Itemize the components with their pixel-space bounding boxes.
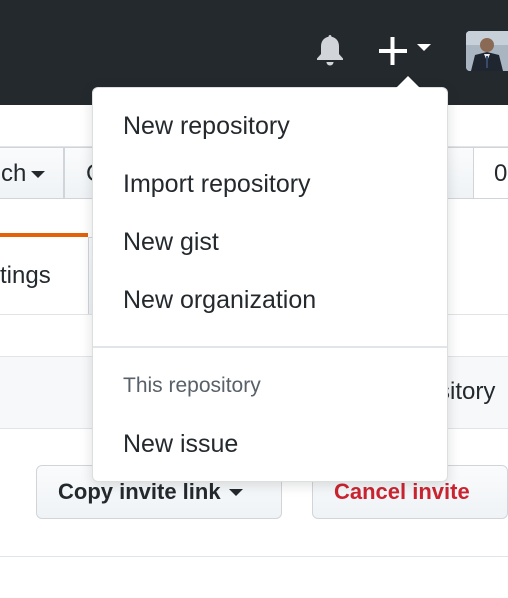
menu-divider (93, 346, 447, 348)
cancel-invite-label: Cancel invite (334, 479, 470, 504)
create-new-dropdown: New repository Import repository New gis… (92, 87, 448, 482)
menu-item-new-organization[interactable]: New organization (123, 286, 316, 315)
count-value: 0 (494, 160, 508, 187)
bell-icon[interactable] (314, 33, 346, 67)
selected-tab-indicator (0, 233, 88, 237)
dropdown-caret-fill (395, 76, 421, 89)
avatar[interactable] (466, 31, 508, 71)
user-avatar-image (466, 31, 508, 71)
plus-icon[interactable] (378, 36, 408, 66)
branch-select-button[interactable]: ch (0, 147, 64, 199)
chevron-down-icon (228, 488, 243, 496)
divider (0, 556, 508, 557)
chevron-down-icon[interactable] (417, 44, 431, 51)
chevron-down-icon (31, 171, 45, 178)
menu-section-header: This repository (123, 374, 261, 397)
menu-item-import-repository[interactable]: Import repository (123, 170, 311, 199)
branch-button-label: ch (1, 160, 27, 187)
copy-invite-link-label: Copy invite link (58, 479, 221, 504)
tab-settings[interactable]: tings (0, 262, 51, 290)
count-badge: 0 (473, 147, 508, 199)
menu-item-new-gist[interactable]: New gist (123, 228, 219, 257)
menu-item-new-repository[interactable]: New repository (123, 112, 290, 141)
menu-item-new-issue[interactable]: New issue (123, 430, 238, 459)
